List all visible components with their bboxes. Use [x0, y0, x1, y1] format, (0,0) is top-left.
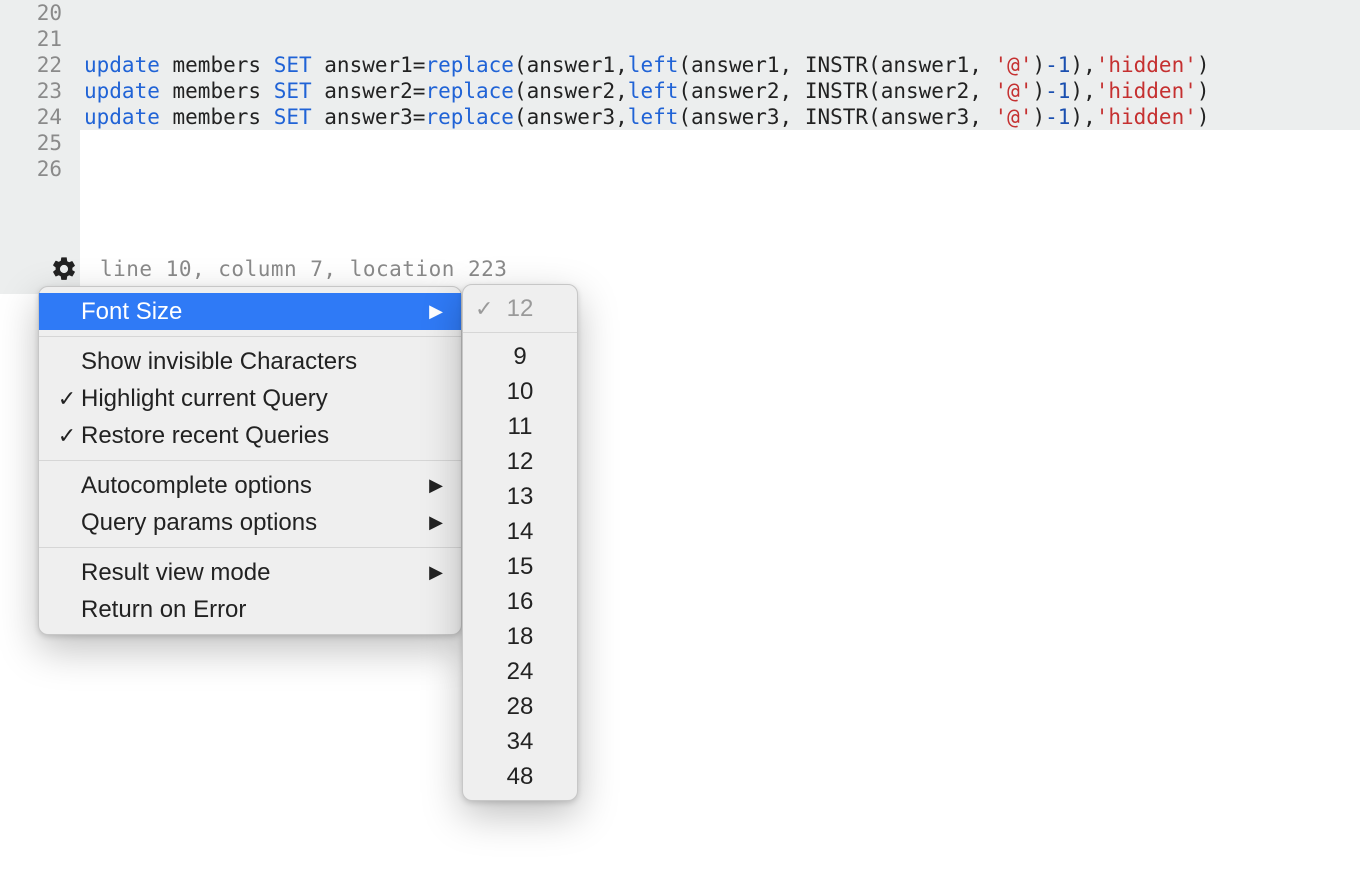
menu-label: Font Size: [81, 298, 429, 326]
line-number: 24: [0, 104, 80, 130]
font-size-option[interactable]: 16: [463, 584, 577, 619]
check-icon: ✓: [53, 386, 81, 412]
menu-return-error[interactable]: Return on Error: [39, 591, 461, 628]
menu-result-view[interactable]: Result view mode ▶: [39, 554, 461, 591]
font-size-value: 34: [507, 728, 534, 756]
menu-label: Restore recent Queries: [81, 422, 443, 450]
line-number: 20: [0, 0, 80, 26]
menu-font-size[interactable]: Font Size ▶: [39, 293, 461, 330]
menu-show-invisible[interactable]: Show invisible Characters: [39, 343, 461, 380]
menu-label: Show invisible Characters: [81, 348, 443, 376]
font-size-option[interactable]: 13: [463, 479, 577, 514]
menu-label: Highlight current Query: [81, 385, 443, 413]
line-number: 23: [0, 78, 80, 104]
font-size-value: 9: [513, 343, 526, 371]
check-icon: ✓: [475, 296, 493, 322]
menu-restore-queries[interactable]: ✓ Restore recent Queries: [39, 417, 461, 454]
font-size-value: 14: [507, 518, 534, 546]
chevron-right-icon: ▶: [429, 301, 443, 322]
font-size-option[interactable]: 12: [463, 444, 577, 479]
font-size-option[interactable]: 48: [463, 759, 577, 794]
code-line[interactable]: [80, 156, 1360, 182]
font-size-option[interactable]: 18: [463, 619, 577, 654]
menu-label: Result view mode: [81, 559, 429, 587]
font-size-submenu: ✓ 12 9 10 11 12 13 14 15 16 18 24 28 34 …: [462, 284, 578, 801]
chevron-right-icon: ▶: [429, 475, 443, 496]
code-line[interactable]: [80, 130, 1360, 156]
code-line[interactable]: [80, 26, 1360, 52]
menu-autocomplete[interactable]: Autocomplete options ▶: [39, 467, 461, 504]
font-size-value: 12: [507, 448, 534, 476]
font-size-option[interactable]: 11: [463, 409, 577, 444]
editor-settings-menu: Font Size ▶ Show invisible Characters ✓ …: [38, 286, 462, 635]
menu-label: Return on Error: [81, 596, 443, 624]
code-line[interactable]: update members SET answer1=replace(answe…: [80, 52, 1360, 78]
gear-icon[interactable]: [50, 255, 78, 283]
line-number: 22: [0, 52, 80, 78]
line-number: 25: [0, 130, 80, 156]
code-line[interactable]: update members SET answer3=replace(answe…: [80, 104, 1360, 130]
font-size-value: 18: [507, 623, 534, 651]
font-size-value: 48: [507, 763, 534, 791]
code-line[interactable]: [80, 0, 1360, 26]
menu-highlight-query[interactable]: ✓ Highlight current Query: [39, 380, 461, 417]
menu-separator: [39, 547, 461, 548]
font-size-option[interactable]: 9: [463, 339, 577, 374]
menu-label: Autocomplete options: [81, 472, 429, 500]
line-number: 21: [0, 26, 80, 52]
font-size-value: 24: [507, 658, 534, 686]
font-size-option[interactable]: 10: [463, 374, 577, 409]
font-size-value: 13: [507, 483, 534, 511]
font-size-value: 16: [507, 588, 534, 616]
font-size-value: 15: [507, 553, 534, 581]
chevron-right-icon: ▶: [429, 512, 443, 533]
font-size-value: 12: [507, 295, 534, 323]
menu-separator: [463, 332, 577, 333]
font-size-option[interactable]: 34: [463, 724, 577, 759]
font-size-option[interactable]: 28: [463, 689, 577, 724]
menu-separator: [39, 460, 461, 461]
font-size-current[interactable]: ✓ 12: [463, 291, 577, 326]
menu-query-params[interactable]: Query params options ▶: [39, 504, 461, 541]
font-size-value: 11: [508, 413, 533, 441]
font-size-option[interactable]: 14: [463, 514, 577, 549]
cursor-position: line 10, column 7, location 223: [100, 257, 507, 281]
font-size-value: 28: [507, 693, 534, 721]
menu-label: Query params options: [81, 509, 429, 537]
font-size-value: 10: [507, 378, 534, 406]
check-icon: ✓: [53, 423, 81, 449]
font-size-option[interactable]: 24: [463, 654, 577, 689]
font-size-option[interactable]: 15: [463, 549, 577, 584]
code-line[interactable]: update members SET answer2=replace(answe…: [80, 78, 1360, 104]
chevron-right-icon: ▶: [429, 562, 443, 583]
menu-separator: [39, 336, 461, 337]
line-number: 26: [0, 156, 80, 182]
